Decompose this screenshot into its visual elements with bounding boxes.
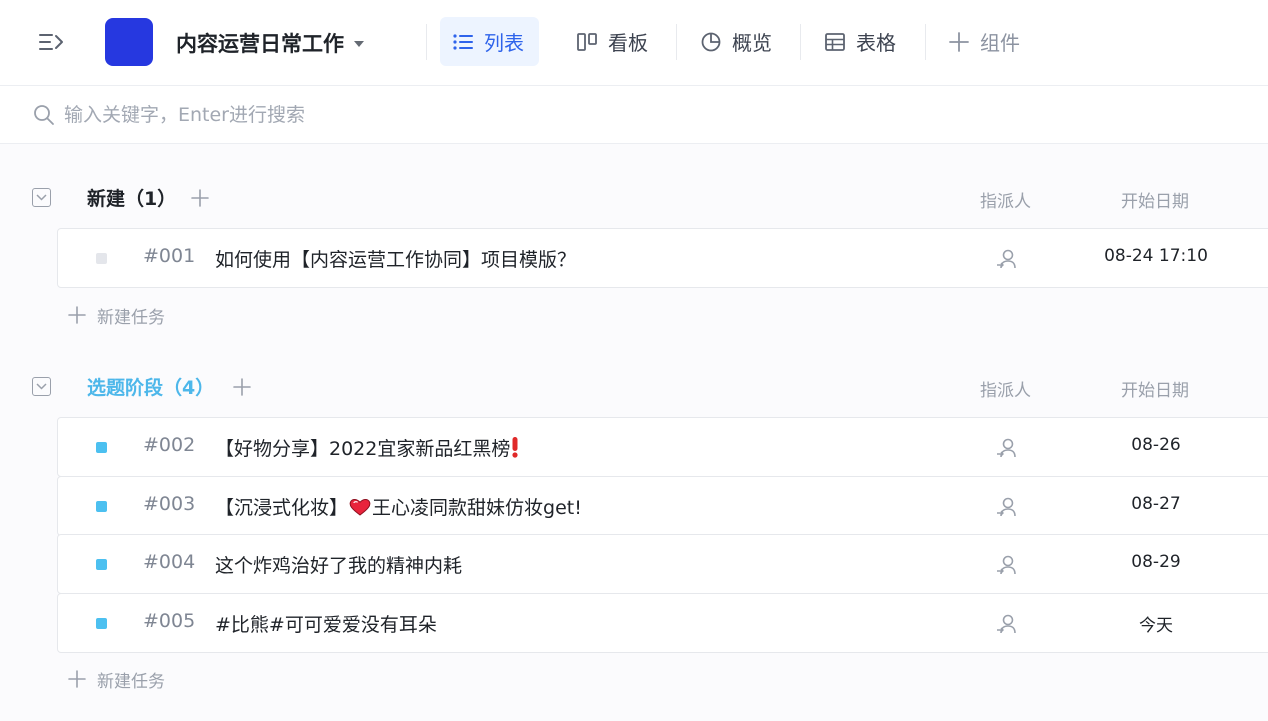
chevron-down-icon <box>36 383 47 390</box>
collapse-group-toggle[interactable] <box>32 377 51 396</box>
status-indicator <box>96 559 107 570</box>
kanban-icon <box>577 32 597 51</box>
column-header-start-date: 开始日期 <box>1121 381 1189 401</box>
new-task-button[interactable]: 新建任务 <box>67 300 165 330</box>
task-start-date: 08-27 <box>1131 494 1181 514</box>
assign-user-icon[interactable] <box>995 247 1019 271</box>
task-title: 【好物分享】2022宜家新品红黑榜 <box>215 434 520 461</box>
heart-emoji-icon <box>349 499 371 516</box>
task-row[interactable]: #005 #比熊#可可爱爱没有耳朵 今天 <box>57 593 1268 653</box>
task-title-text: 【好物分享】2022宜家新品红黑榜 <box>215 438 511 460</box>
task-title: #比熊#可可爱爱没有耳朵 <box>215 614 437 636</box>
collapse-group-toggle[interactable] <box>32 188 51 207</box>
status-indicator <box>96 618 107 629</box>
assign-user-icon[interactable] <box>995 553 1019 577</box>
chevron-down-icon <box>36 194 47 201</box>
task-start-date: 08-29 <box>1131 552 1181 572</box>
group-header-new: 新建（1） 指派人 开始日期 <box>0 178 1268 218</box>
header-divider <box>676 24 677 60</box>
tab-label: 组件 <box>980 31 1020 55</box>
new-task-button[interactable]: 新建任务 <box>67 664 165 694</box>
column-header-start-date: 开始日期 <box>1121 192 1189 212</box>
task-start-date: 今天 <box>1139 616 1173 636</box>
search-input[interactable] <box>64 98 664 132</box>
group-add-task-button[interactable] <box>187 184 213 212</box>
new-task-label: 新建任务 <box>97 671 165 692</box>
project-switcher[interactable]: 内容运营日常工作 <box>176 26 364 60</box>
tab-overview[interactable]: 概览 <box>688 17 784 66</box>
header-divider <box>426 24 427 60</box>
column-header-assignee: 指派人 <box>980 192 1031 212</box>
plus-icon <box>233 378 251 396</box>
task-id: #003 <box>143 493 196 515</box>
project-avatar[interactable] <box>105 18 153 66</box>
status-indicator <box>96 501 107 512</box>
list-icon <box>453 33 473 50</box>
tab-list[interactable]: 列表 <box>440 17 539 66</box>
tab-label: 看板 <box>608 31 648 55</box>
group-title: 选题阶段（4） <box>87 377 215 399</box>
task-title-text: 王心凌同款甜妹仿妆get! <box>372 497 582 519</box>
plus-icon <box>68 306 86 324</box>
assign-user-icon[interactable] <box>995 495 1019 519</box>
sidebar-toggle-button[interactable] <box>34 27 68 57</box>
assign-user-icon[interactable] <box>995 612 1019 636</box>
tab-kanban[interactable]: 看板 <box>564 17 660 66</box>
task-title: 这个炸鸡治好了我的精神内耗 <box>215 555 463 577</box>
header-divider <box>925 24 926 60</box>
status-indicator <box>96 442 107 453</box>
plus-icon <box>949 31 969 52</box>
task-row[interactable]: #001 如何使用【内容运营工作协同】项目模版？ 08-24 17:10 <box>57 228 1268 288</box>
tab-add-widget[interactable]: 组件 <box>936 17 1032 66</box>
search-bar <box>0 86 1268 144</box>
top-bar: 内容运营日常工作 列表 看板 概览 表格 组件 <box>0 0 1268 86</box>
new-task-label: 新建任务 <box>97 307 165 328</box>
task-row[interactable]: #004 这个炸鸡治好了我的精神内耗 08-29 <box>57 534 1268 594</box>
group-header-topic-selection: 选题阶段（4） 指派人 开始日期 <box>0 367 1268 407</box>
assign-user-icon[interactable] <box>995 436 1019 460</box>
header-divider <box>800 24 801 60</box>
status-indicator <box>96 253 107 264</box>
task-title-text: 【沉浸式化妆】 <box>215 497 349 519</box>
task-row[interactable]: #002 【好物分享】2022宜家新品红黑榜 08-26 <box>57 417 1268 477</box>
task-start-date: 08-24 17:10 <box>1104 246 1208 266</box>
caret-down-icon <box>354 41 364 47</box>
tab-label: 概览 <box>732 31 772 55</box>
task-title: 【沉浸式化妆】 王心凌同款甜妹仿妆get! <box>215 493 582 520</box>
plus-icon <box>68 670 86 688</box>
task-id: #001 <box>143 245 196 267</box>
menu-expand-icon <box>39 34 63 50</box>
task-id: #004 <box>143 551 196 573</box>
pie-chart-icon <box>701 32 721 51</box>
tab-table[interactable]: 表格 <box>812 17 908 66</box>
task-row[interactable]: #003 【沉浸式化妆】 王心凌同款甜妹仿妆get! 08-27 <box>57 476 1268 536</box>
tab-label: 表格 <box>856 31 896 55</box>
group-title: 新建（1） <box>87 188 177 210</box>
exclamation-emoji-icon <box>512 437 518 458</box>
task-id: #005 <box>143 610 196 632</box>
search-icon <box>34 105 54 125</box>
group-add-task-button[interactable] <box>229 373 255 401</box>
task-start-date: 08-26 <box>1131 435 1181 455</box>
tab-label: 列表 <box>484 31 524 55</box>
task-title: 如何使用【内容运营工作协同】项目模版？ <box>215 249 577 271</box>
task-id: #002 <box>143 434 196 456</box>
plus-icon <box>191 189 209 207</box>
project-title: 内容运营日常工作 <box>176 32 344 56</box>
column-header-assignee: 指派人 <box>980 381 1031 401</box>
table-icon <box>825 32 845 51</box>
